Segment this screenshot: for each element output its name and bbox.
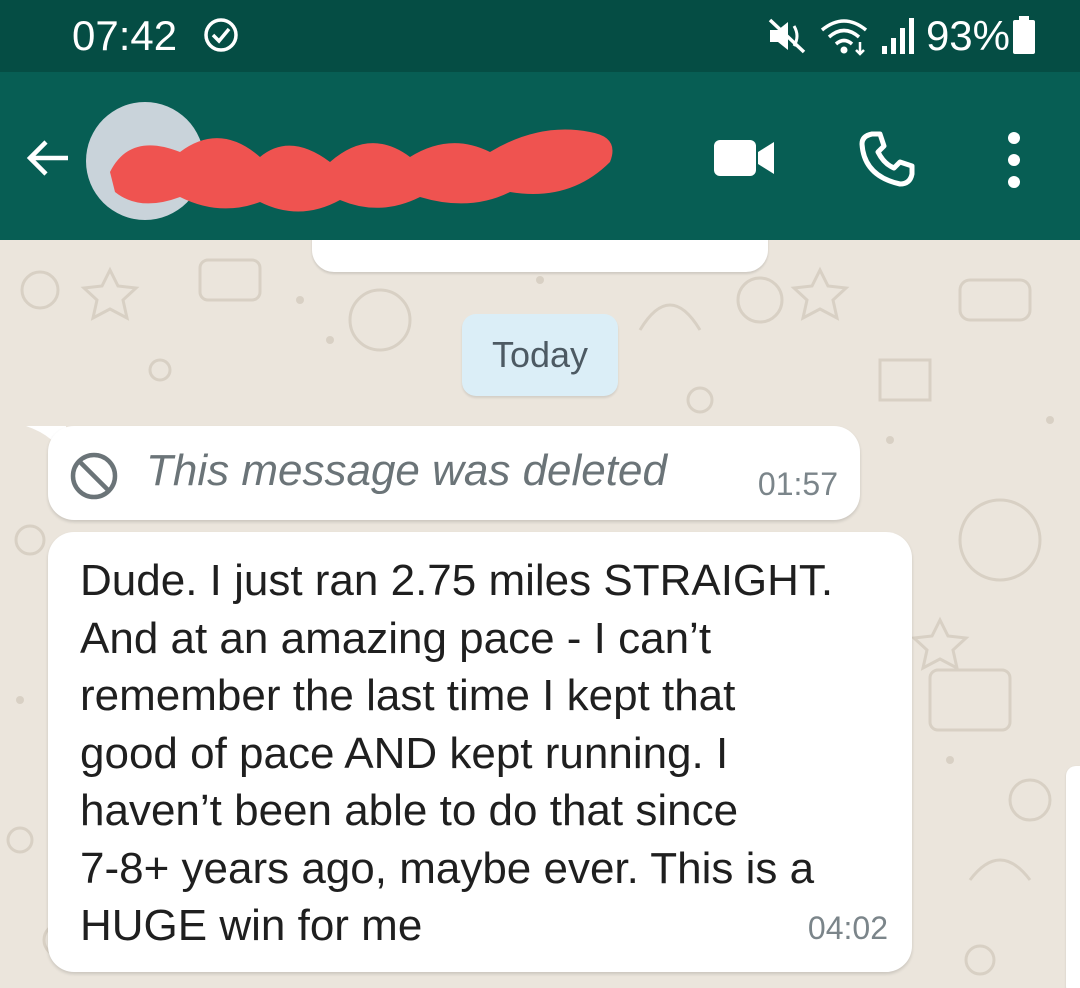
battery-icon <box>1013 16 1035 54</box>
chat-area[interactable]: Today This message was deleted 01:57 Dud… <box>0 240 1080 988</box>
back-arrow-icon[interactable] <box>22 132 74 184</box>
wifi-icon <box>820 19 868 56</box>
mute-icon <box>768 18 806 54</box>
redacted-contact-name[interactable] <box>90 112 630 222</box>
message-time: 01:57 <box>757 466 838 502</box>
deleted-message-bubble[interactable]: This message was deleted 01:57 <box>48 426 860 520</box>
status-time: 07:42 <box>72 12 178 59</box>
chat-header <box>0 72 1080 240</box>
status-bar: 07:42 93% <box>0 0 1080 72</box>
more-vert-icon[interactable] <box>996 128 1032 192</box>
message-line: And at an amazing pace - I can’t <box>80 613 712 663</box>
message-line: Dude. I just ran 2.75 miles STRAIGHT. <box>80 556 834 605</box>
offscreen-bubble-edge <box>1066 766 1080 988</box>
video-call-icon[interactable] <box>712 134 776 182</box>
date-chip: Today <box>462 314 618 396</box>
previous-message-bubble[interactable] <box>312 240 768 272</box>
check-circle-icon <box>204 18 238 52</box>
message-time: 04:02 <box>807 910 888 946</box>
battery-percentage: 93% <box>925 12 1010 59</box>
signal-icon <box>881 18 914 54</box>
deleted-message-text: This message was deleted <box>146 446 667 495</box>
message-line: HUGE win for me <box>80 901 423 950</box>
voice-call-icon[interactable] <box>858 130 916 188</box>
status-indicators: 93% <box>766 10 1010 62</box>
message-line: remember the last time I kept that <box>80 671 736 720</box>
message-line: 7-8+ years ago, maybe ever. This is a <box>80 843 815 893</box>
message-bubble[interactable]: Dude. I just ran 2.75 miles STRAIGHT. An… <box>48 532 912 972</box>
message-text: Dude. I just ran 2.75 miles STRAIGHT. An… <box>80 552 890 955</box>
message-line: good of pace AND kept running. I <box>80 728 729 778</box>
message-line: haven’t been able to do that since <box>80 786 739 835</box>
deleted-block-icon <box>70 452 118 500</box>
